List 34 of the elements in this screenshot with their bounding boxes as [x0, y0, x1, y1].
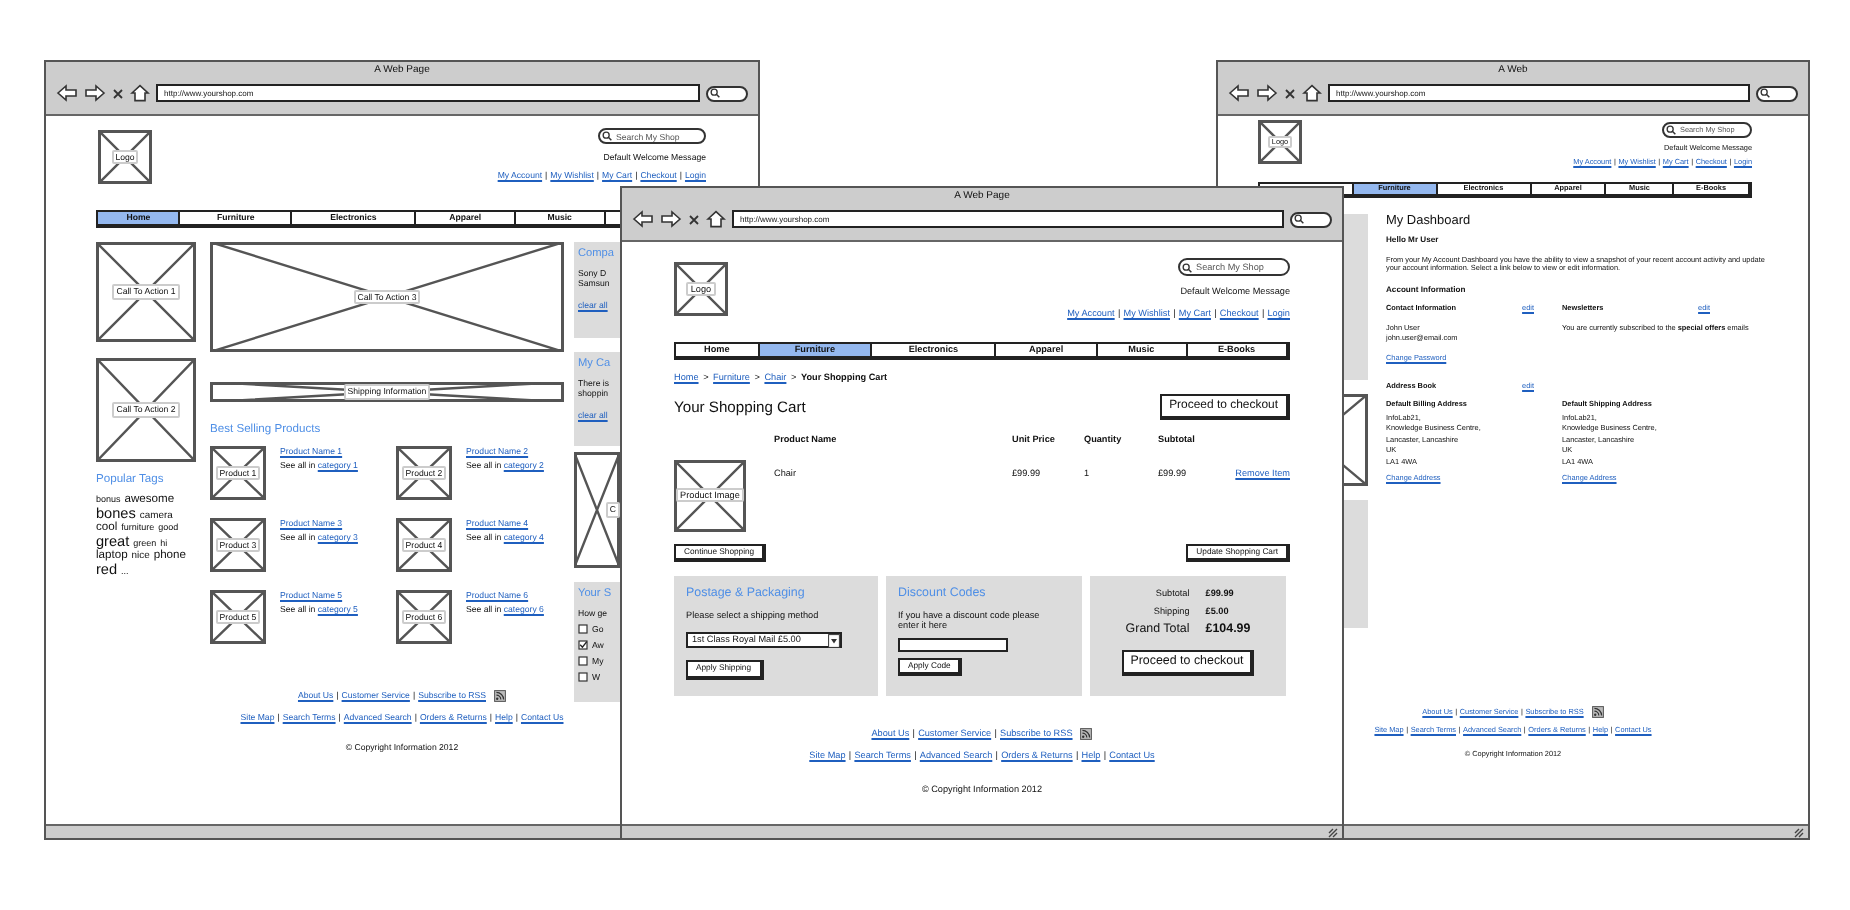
rss-icon[interactable]	[494, 690, 506, 702]
checkbox[interactable]	[578, 672, 588, 683]
home-icon[interactable]	[1302, 84, 1322, 102]
rss-icon[interactable]	[1080, 728, 1093, 741]
close-icon[interactable]	[112, 87, 124, 99]
home-icon[interactable]	[130, 84, 150, 102]
back-icon[interactable]	[1228, 84, 1250, 102]
forward-icon[interactable]	[660, 210, 682, 228]
search-icon	[1182, 262, 1192, 272]
back-icon[interactable]	[56, 84, 78, 102]
image-placeholder	[96, 242, 196, 342]
resize-grip-icon[interactable]	[1328, 827, 1338, 837]
back-icon[interactable]	[632, 210, 654, 228]
search-icon	[1760, 88, 1770, 98]
home-icon[interactable]	[706, 210, 726, 228]
search-icon	[602, 131, 612, 141]
rss-icon[interactable]	[1591, 706, 1604, 718]
resize-grip-icon[interactable]	[1794, 827, 1804, 837]
checkbox[interactable]	[578, 640, 588, 651]
search-icon	[1294, 214, 1304, 224]
browser-search-field[interactable]	[1756, 85, 1798, 101]
forward-icon[interactable]	[84, 84, 106, 102]
image-placeholder	[96, 358, 196, 462]
close-icon[interactable]	[688, 213, 700, 225]
browser-search-field[interactable]	[706, 85, 748, 101]
checkbox[interactable]	[578, 623, 588, 634]
caret-icon	[828, 633, 840, 648]
checkbox[interactable]	[578, 656, 588, 667]
search-icon	[1666, 125, 1676, 135]
browser-search-field[interactable]	[1290, 211, 1332, 227]
search-icon	[710, 88, 720, 98]
forward-icon[interactable]	[1256, 84, 1278, 102]
close-icon[interactable]	[1284, 87, 1296, 99]
discount-code-field[interactable]	[898, 637, 1008, 652]
